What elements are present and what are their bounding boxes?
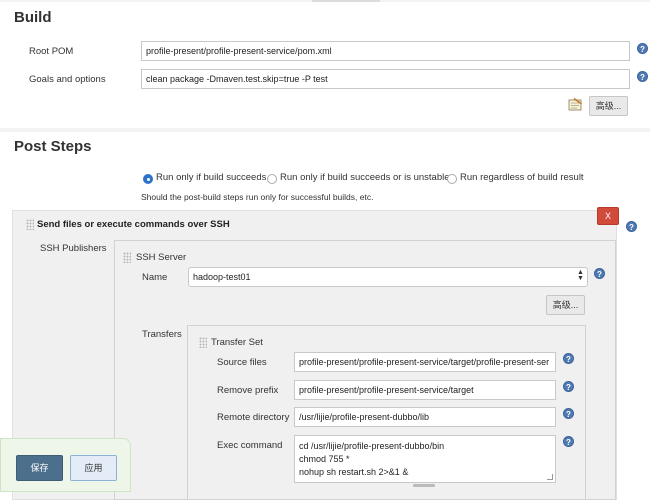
source-files-help-icon[interactable]: ? [563, 353, 574, 364]
root-pom-input[interactable]: profile-present/profile-present-service/… [141, 41, 630, 61]
ssh-server-title: SSH Server [136, 252, 187, 263]
remove-prefix-input[interactable]: profile-present/profile-present-service/… [294, 380, 556, 400]
server-name-label: Name [142, 272, 168, 283]
root-pom-label: Root POM [29, 46, 74, 57]
remote-directory-help-icon[interactable]: ? [563, 408, 574, 419]
server-name-help-icon[interactable]: ? [594, 268, 605, 279]
ssh-advanced-button[interactable]: 高级... [546, 295, 585, 315]
radio-run-regardless-label[interactable]: Run regardless of build result [460, 172, 584, 183]
source-files-input[interactable]: profile-present/profile-present-service/… [294, 352, 556, 372]
root-pom-help-icon[interactable]: ? [637, 43, 648, 54]
ssh-step-delete-button[interactable]: X [597, 207, 619, 225]
exec-line-3: nohup sh restart.sh 2>&1 & [299, 467, 409, 477]
radio-run-if-success-or-unstable-label[interactable]: Run only if build succeeds or is unstabl… [280, 172, 450, 183]
section-divider [0, 128, 650, 132]
ssh-publishers-label: SSH Publishers [40, 243, 107, 254]
top-tab-marker [312, 0, 380, 2]
remote-directory-label: Remote directory [217, 412, 290, 423]
server-name-value: hadoop-test01 [193, 272, 251, 282]
select-arrows-icon: ▲ ▼ [577, 269, 584, 282]
transfer-set-title: Transfer Set [211, 337, 263, 348]
post-steps-title: Post Steps [14, 138, 92, 155]
radio-run-if-success[interactable] [143, 174, 153, 184]
goals-input[interactable]: clean package -Dmaven.test.skip=true -P … [141, 69, 630, 89]
ssh-step-drag-handle[interactable] [26, 219, 34, 230]
textarea-resize-grip[interactable] [547, 474, 553, 480]
apply-button[interactable]: 应用 [70, 455, 117, 481]
save-button[interactable]: 保存 [16, 455, 63, 481]
transfer-set-drag-handle[interactable] [199, 337, 207, 348]
radio-run-regardless[interactable] [447, 174, 457, 184]
notepad-icon[interactable] [568, 97, 583, 111]
exec-line-2: chmod 755 * [299, 454, 350, 464]
build-advanced-button[interactable]: 高级... [589, 96, 628, 116]
goals-help-icon[interactable]: ? [637, 71, 648, 82]
textarea-scroll-handle[interactable] [413, 484, 435, 487]
goals-label: Goals and options [29, 74, 106, 85]
exec-command-label: Exec command [217, 440, 283, 451]
radio-run-if-success-label[interactable]: Run only if build succeeds [156, 172, 266, 183]
build-title: Build [14, 9, 52, 26]
transfers-label: Transfers [142, 329, 182, 340]
exec-command-help-icon[interactable]: ? [563, 436, 574, 447]
ssh-server-drag-handle[interactable] [123, 252, 131, 263]
source-files-label: Source files [217, 357, 267, 368]
ssh-step-title: Send files or execute commands over SSH [37, 219, 230, 230]
exec-command-textarea[interactable]: cd /usr/lijie/profile-present-dubbo/bin … [294, 435, 556, 483]
server-name-select[interactable]: hadoop-test01 [188, 267, 588, 287]
radio-run-if-success-or-unstable[interactable] [267, 174, 277, 184]
post-steps-hint: Should the post-build steps run only for… [141, 192, 374, 202]
remote-directory-input[interactable]: /usr/lijie/profile-present-dubbo/lib [294, 407, 556, 427]
ssh-step-help-icon[interactable]: ? [626, 221, 637, 232]
remove-prefix-label: Remove prefix [217, 385, 279, 396]
remove-prefix-help-icon[interactable]: ? [563, 381, 574, 392]
exec-line-1: cd /usr/lijie/profile-present-dubbo/bin [299, 441, 445, 451]
